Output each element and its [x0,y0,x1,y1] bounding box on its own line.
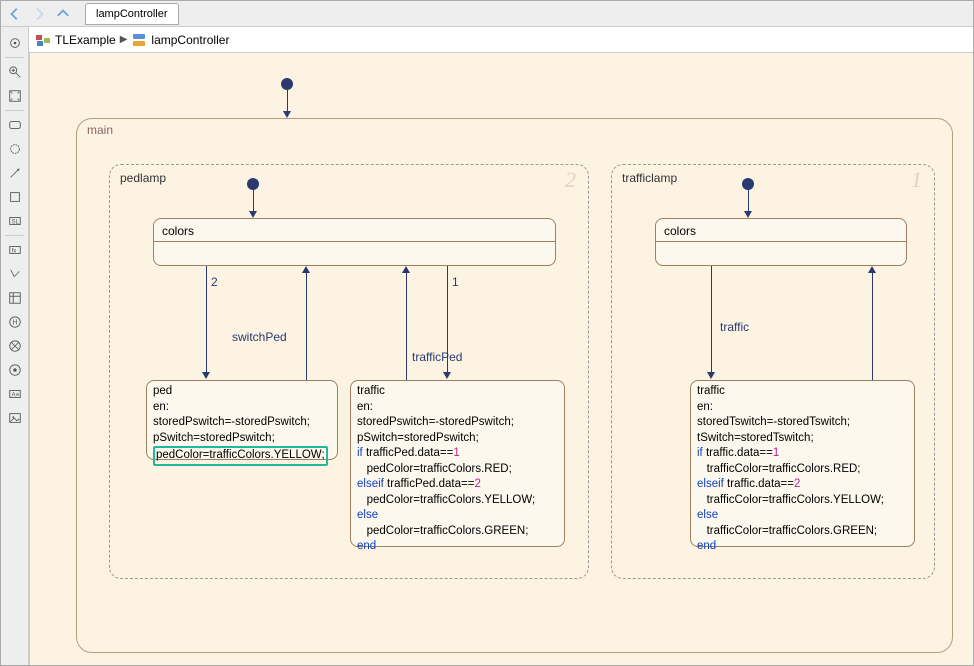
breadcrumb-root[interactable]: TLExample [55,33,116,47]
fit-view-icon[interactable] [1,84,29,108]
svg-text:SL: SL [12,219,20,226]
arrowhead-icon [202,372,210,379]
nav-forward-button[interactable] [29,4,49,24]
arrowhead-icon [249,211,257,218]
main-body: SL fx H A≡ TLExample ▶ lampController [1,27,973,665]
state-title: traffic [357,385,385,397]
breadcrumb-separator: ▶ [120,34,128,45]
highlighted-line: pedColor=trafficColors.YELLOW; [153,446,328,466]
initial-arrow [287,90,288,112]
nav-up-button[interactable] [53,4,73,24]
svg-text:A≡: A≡ [12,392,20,399]
arrowhead-icon [283,111,291,118]
arrow-line [711,266,712,373]
arrowhead-icon [707,372,715,379]
svg-text:H: H [12,320,17,327]
file-tab[interactable]: lampController [85,3,179,25]
state-title: colors [656,219,906,241]
edge-label-switchped: switchPed [232,330,287,344]
arrow-line [406,273,407,380]
arrowhead-icon [744,211,752,218]
model-icon[interactable] [35,32,51,48]
breadcrumb: TLExample ▶ lampController [29,27,973,53]
arrow-line [306,273,307,380]
arrow-line [253,190,254,212]
zoom-in-icon[interactable] [1,60,29,84]
arrow-line [748,190,749,212]
state-colors[interactable]: colors [655,218,907,266]
junction-tool-icon[interactable] [1,137,29,161]
simulink-fn-icon[interactable]: SL [1,209,29,233]
arrowhead-icon [402,266,410,273]
region-label: pedlamp [120,171,166,185]
region-pedlamp[interactable]: pedlamp 2 colors 2 switchPed [109,164,589,579]
initial-transition-dot[interactable] [742,178,754,190]
edge-priority: 2 [211,275,218,289]
region-priority: 1 [911,167,922,193]
state-traffic-ped[interactable]: traffic en: storedPswitch=-storedPswitch… [350,380,565,547]
edge-label-trafficped: trafficPed [412,350,462,364]
state-title: traffic [697,385,725,397]
matlab-fn-icon[interactable]: fx [1,238,29,262]
state-colors[interactable]: colors [153,218,556,266]
annotation-icon[interactable]: A≡ [1,382,29,406]
state-body: ped en: storedPswitch=-storedPswitch; pS… [147,381,337,469]
initial-transition-dot[interactable] [281,78,293,90]
arrowhead-icon [443,372,451,379]
svg-text:fx: fx [12,248,17,255]
connective-junction-icon[interactable] [1,334,29,358]
state-body: traffic en: storedTswitch=-storedTswitch… [691,381,914,558]
default-transition-icon[interactable] [1,358,29,382]
breadcrumb-current[interactable]: lampController [151,33,229,47]
arrowhead-icon [302,266,310,273]
state-ped[interactable]: ped en: storedPswitch=-storedPswitch; pS… [146,380,338,460]
history-icon[interactable]: H [1,310,29,334]
region-trafficlamp[interactable]: trafficlamp 1 colors traffic [611,164,935,579]
image-tool-icon[interactable] [1,406,29,430]
region-priority: 2 [565,167,576,193]
app-window: lampController SL fx H A≡ [0,0,974,666]
top-toolbar: lampController [1,1,973,27]
nav-back-button[interactable] [5,4,25,24]
state-label: main [87,123,113,137]
transition-tool-icon[interactable] [1,161,29,185]
arrowhead-icon [868,266,876,273]
chart-canvas[interactable]: main pedlamp 2 colors [29,53,973,665]
state-traffic[interactable]: traffic en: storedTswitch=-storedTswitch… [690,380,915,547]
tab-label: lampController [96,8,168,20]
edge-priority: 1 [452,275,459,289]
chart-icon[interactable] [131,32,147,48]
state-main[interactable]: main pedlamp 2 colors [76,118,953,653]
state-body: traffic en: storedPswitch=-storedPswitch… [351,381,564,558]
arrow-line [206,266,207,373]
arrow-line [872,273,873,380]
palette-toolbar: SL fx H A≡ [1,27,29,665]
initial-transition-dot[interactable] [247,178,259,190]
region-label: trafficlamp [622,171,677,185]
state-title: colors [154,219,555,241]
truth-table-icon[interactable] [1,286,29,310]
edge-label-traffic: traffic [720,320,749,334]
state-tool-icon[interactable] [1,113,29,137]
content-area: TLExample ▶ lampController main pedlamp … [29,27,973,665]
state-title: ped [153,385,172,397]
explorer-icon[interactable] [1,31,29,55]
box-tool-icon[interactable] [1,185,29,209]
graphical-fn-icon[interactable] [1,262,29,286]
